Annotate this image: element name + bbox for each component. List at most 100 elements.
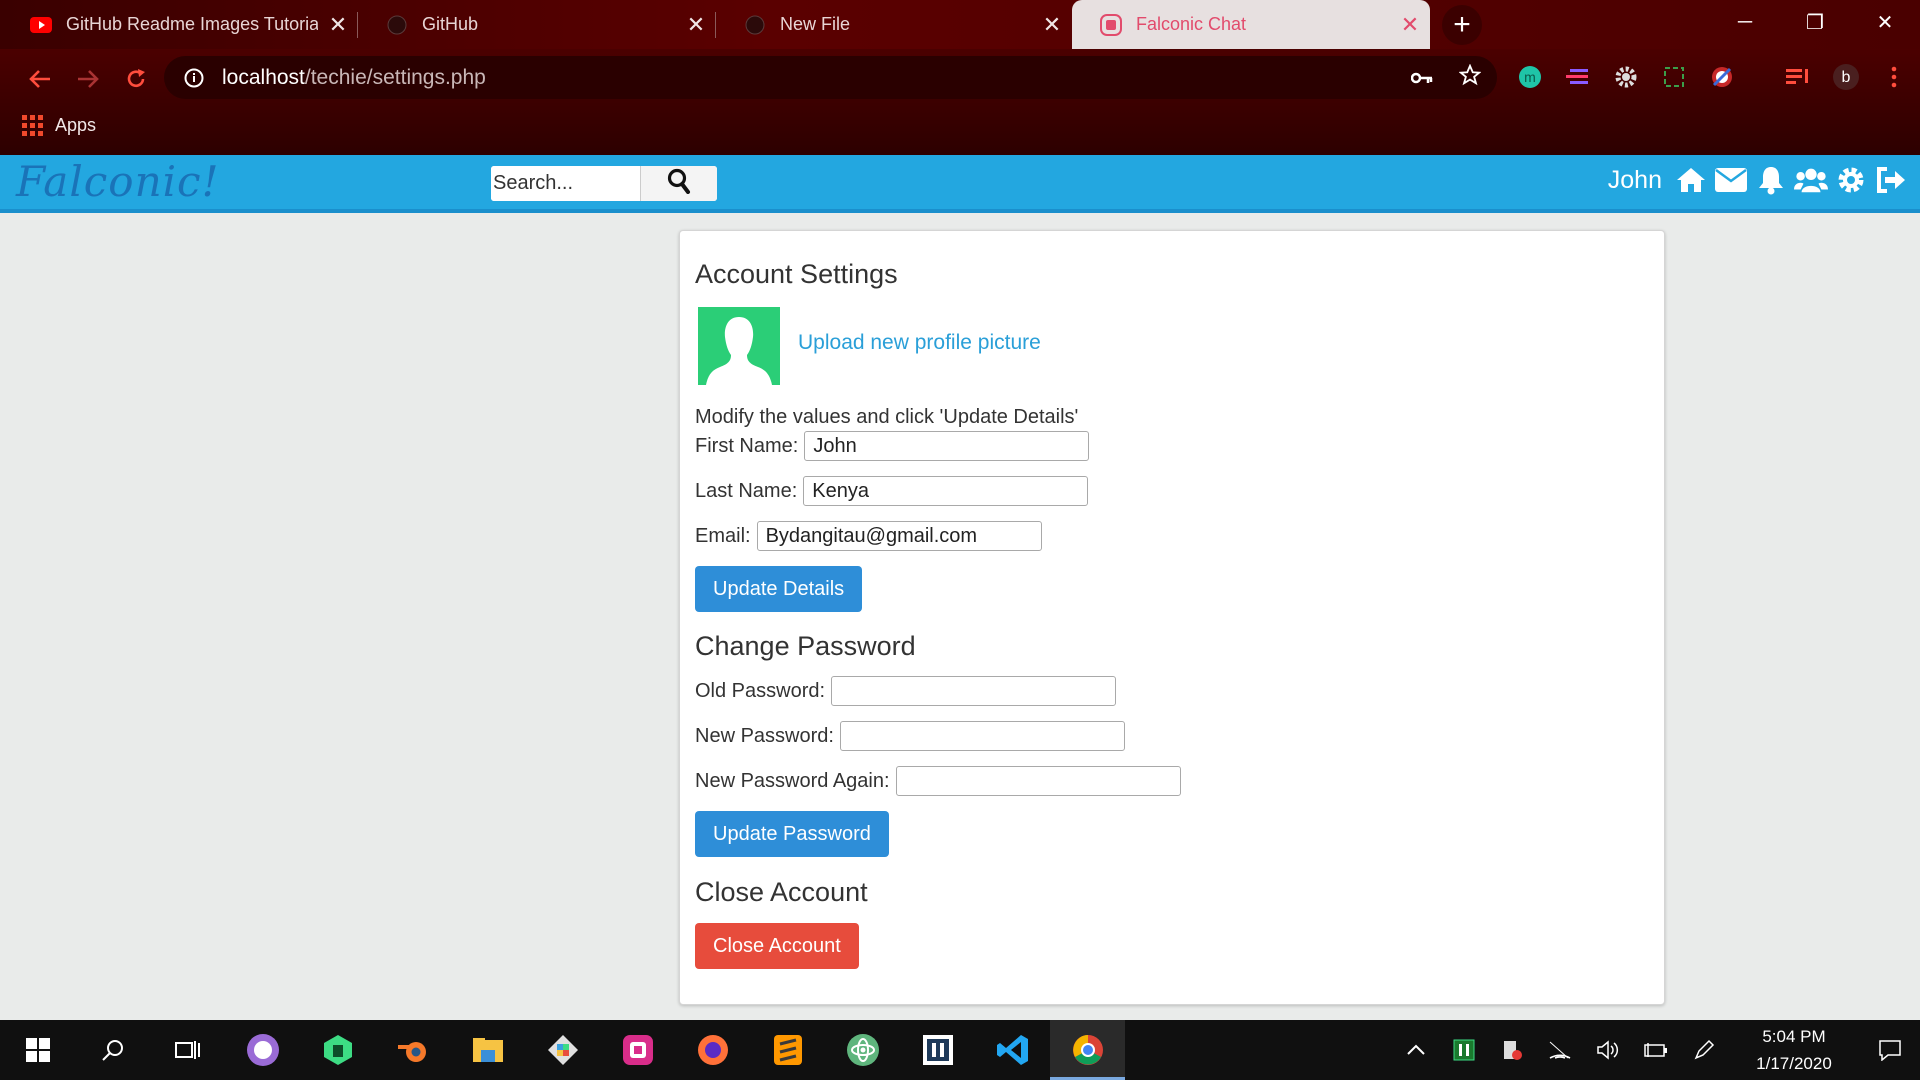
tray-device-icon[interactable] — [1488, 1020, 1536, 1080]
close-account-heading: Close Account — [695, 877, 868, 907]
atom-icon[interactable] — [825, 1020, 900, 1080]
taskbar-apps — [0, 1020, 1125, 1080]
sublime-text-icon[interactable] — [750, 1020, 825, 1080]
extension-gear-icon[interactable] — [1612, 63, 1640, 91]
falconic-app-icon[interactable] — [600, 1020, 675, 1080]
apps-grid-icon[interactable] — [22, 115, 43, 136]
extension-screenshot-icon[interactable] — [1660, 63, 1688, 91]
volume-icon[interactable] — [1584, 1020, 1632, 1080]
tab-new-file[interactable]: New File ✕ — [716, 0, 1072, 49]
vscode-icon[interactable] — [975, 1020, 1050, 1080]
restore-icon[interactable]: ❐ — [1780, 0, 1850, 44]
extension-m-icon[interactable]: m — [1516, 63, 1544, 91]
apps-bookmark[interactable]: Apps — [55, 115, 96, 136]
wifi-icon[interactable] — [1536, 1020, 1584, 1080]
logout-icon[interactable] — [1874, 163, 1908, 197]
tray-app-icon[interactable] — [1440, 1020, 1488, 1080]
git-tool-icon[interactable] — [525, 1020, 600, 1080]
taskbar-clock[interactable]: 5:04 PM 1/17/2020 — [1738, 1023, 1850, 1077]
tab-youtube[interactable]: GitHub Readme Images Tutorial ( ✕ — [0, 0, 358, 49]
profile-picture — [698, 307, 780, 385]
first-name-row: First Name: — [695, 431, 1090, 461]
github-icon — [744, 14, 766, 36]
notifications-icon[interactable] — [1860, 1020, 1920, 1080]
battery-icon[interactable] — [1632, 1020, 1680, 1080]
new-password-again-input[interactable] — [895, 766, 1181, 796]
windows-taskbar: 5:04 PM 1/17/2020 — [0, 1020, 1920, 1080]
account-settings-heading: Account Settings — [695, 259, 898, 289]
minimize-icon[interactable]: ─ — [1710, 0, 1780, 44]
media-queue-icon[interactable] — [1784, 63, 1812, 91]
tab-falconic-chat[interactable]: Falconic Chat ✕ — [1072, 0, 1430, 49]
bell-icon[interactable] — [1754, 163, 1788, 197]
star-icon[interactable] — [1458, 63, 1482, 93]
profile-initial: b — [1842, 69, 1851, 86]
forward-icon[interactable] — [64, 59, 112, 99]
search-input[interactable] — [491, 166, 641, 201]
gear-icon[interactable] — [1834, 163, 1868, 197]
github-icon — [386, 14, 408, 36]
new-password-input[interactable] — [839, 721, 1125, 751]
close-tab-icon[interactable]: ✕ — [318, 12, 358, 38]
site-logo[interactable]: Falconic! — [16, 157, 219, 206]
start-button[interactable] — [0, 1020, 75, 1080]
tab-title: GitHub — [422, 14, 479, 34]
falconic-icon — [1100, 13, 1122, 36]
new-password-again-row: New Password Again: — [695, 766, 1181, 796]
intellij-icon[interactable] — [900, 1020, 975, 1080]
profile-avatar[interactable]: b — [1832, 63, 1860, 91]
settings-card: Account Settings Upload new profile pict… — [679, 230, 1665, 1005]
home-icon[interactable] — [1674, 163, 1708, 197]
reload-icon[interactable] — [112, 59, 160, 99]
close-account-button[interactable]: Close Account — [695, 923, 859, 969]
site-header: Falconic! John — [0, 155, 1920, 213]
first-name-input[interactable] — [804, 431, 1090, 461]
close-tab-icon[interactable]: ✕ — [676, 12, 716, 38]
close-tab-icon[interactable]: ✕ — [1032, 12, 1072, 38]
envelope-icon[interactable] — [1714, 163, 1748, 197]
menu-dots-icon[interactable] — [1880, 63, 1908, 91]
task-view-icon[interactable] — [150, 1020, 225, 1080]
address-bar[interactable]: localhost/techie/settings.php — [164, 56, 1497, 99]
last-name-input[interactable] — [803, 476, 1089, 506]
browser-tab-bar: GitHub Readme Images Tutorial ( ✕ GitHub… — [0, 0, 1920, 49]
extension-lines-icon[interactable] — [1564, 63, 1592, 91]
close-window-icon[interactable]: ✕ — [1850, 0, 1920, 44]
tab-title: GitHub Readme Images Tutorial ( — [66, 14, 318, 34]
search-button[interactable] — [641, 166, 717, 201]
update-details-button[interactable]: Update Details — [695, 566, 863, 612]
update-password-button[interactable]: Update Password — [695, 811, 889, 857]
window-controls: ─ ❐ ✕ — [1710, 0, 1920, 44]
key-icon[interactable] — [1410, 64, 1433, 93]
file-explorer-icon[interactable] — [450, 1020, 525, 1080]
upload-profile-picture-link[interactable]: Upload new profile picture — [798, 331, 1041, 355]
extension-shield-icon[interactable] — [1708, 63, 1736, 91]
clock-time: 5:04 PM — [1762, 1027, 1826, 1046]
chevron-up-icon[interactable] — [1392, 1020, 1440, 1080]
tab-github[interactable]: GitHub ✕ — [358, 0, 716, 49]
url-host: localhost — [222, 65, 305, 89]
github-desktop-icon[interactable] — [225, 1020, 300, 1080]
username-link[interactable]: John — [1608, 166, 1662, 195]
info-icon[interactable] — [180, 64, 208, 92]
browser-toolbar: localhost/techie/settings.php m b Apps — [0, 49, 1920, 157]
pen-icon[interactable] — [1680, 1020, 1728, 1080]
extensions-bar: m b — [1516, 63, 1908, 91]
email-input[interactable] — [756, 521, 1042, 551]
old-password-input[interactable] — [831, 676, 1117, 706]
new-password-again-label: New Password Again: — [695, 769, 890, 792]
user-nav: John — [1608, 163, 1908, 197]
blender-icon[interactable] — [375, 1020, 450, 1080]
chrome-icon[interactable] — [1050, 1020, 1125, 1080]
email-label: Email: — [695, 524, 751, 547]
new-password-row: New Password: — [695, 721, 1125, 751]
search-taskbar-icon[interactable] — [75, 1020, 150, 1080]
new-tab-button[interactable]: + — [1442, 5, 1482, 45]
android-studio-icon[interactable] — [300, 1020, 375, 1080]
close-tab-icon[interactable]: ✕ — [1390, 12, 1430, 38]
users-icon[interactable] — [1794, 163, 1828, 197]
back-icon[interactable] — [16, 59, 64, 99]
firefox-icon[interactable] — [675, 1020, 750, 1080]
new-password-label: New Password: — [695, 724, 834, 747]
email-row: Email: — [695, 521, 1042, 551]
